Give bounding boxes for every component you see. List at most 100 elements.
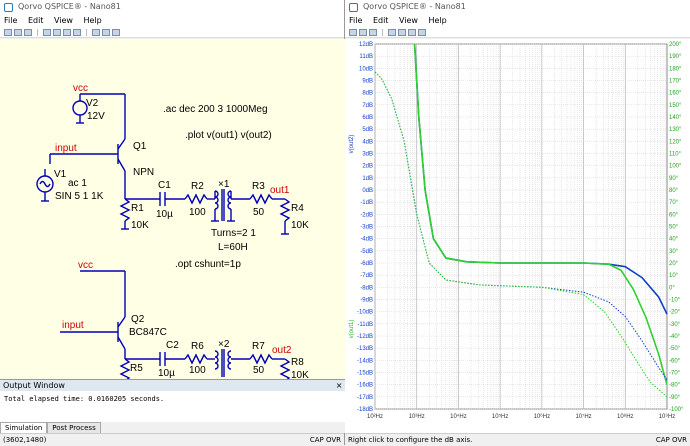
menu-edit[interactable]: Edit [24,16,48,25]
tab-simulation[interactable]: Simulation [0,422,48,433]
menu-bar: File Edit View Help [345,14,690,27]
paste-icon[interactable] [63,28,71,36]
print-icon[interactable] [418,28,426,36]
paste-icon[interactable] [408,28,416,36]
left-tick-label: -9dB [360,298,373,304]
label-bc847c: BC847C [129,327,167,338]
copy-icon[interactable] [53,28,61,36]
right-tick-label: -20° [669,310,681,316]
right-tick-label: 90° [669,176,679,182]
keyboard-mode: CAP OVR [655,436,687,444]
left-tick-label: -3dB [360,225,373,231]
new-icon[interactable] [4,28,12,36]
toolbar-separator [86,28,87,36]
right-tick-label: -50° [669,346,681,352]
right-tick-label: -30° [669,322,681,328]
menu-help[interactable]: Help [80,16,106,25]
label-v1-ac: ac 1 [68,178,87,189]
menu-view[interactable]: View [50,16,77,25]
left-tick-label: -7dB [360,273,373,279]
open-icon[interactable] [359,28,367,36]
right-tick-label: -90° [669,395,681,401]
left-tick-label: 12dB [359,42,373,48]
plot-svg: 12dB 11dB 10dB 9dB 8dB 7dB 6dB 5dB 4dB 3dB 2dB 1dB 0… [345,39,690,433]
left-tick-label: 11dB [359,54,373,60]
open-icon[interactable] [14,28,22,36]
left-tick-label: -6dB [360,261,373,267]
label-r1: R1 [131,203,144,214]
label-r8-value: 10K [291,370,309,379]
zoom-out-icon[interactable] [102,28,110,36]
zoom-fit-icon[interactable] [112,28,120,36]
label-v2-value: 12V [87,111,105,122]
output-window: Output Window × Total elapsed time: 0.01… [0,379,345,433]
menu-file[interactable]: File [345,16,366,25]
cursor-coordinates: (3602,1480) [3,436,47,444]
close-icon[interactable]: × [336,380,345,391]
left-tick-label: -18dB [357,407,373,413]
label-v2: V2 [86,98,99,109]
right-tick-label: 160° [669,91,682,97]
menu-help[interactable]: Help [425,16,451,25]
left-tick-label: 7dB [362,103,373,109]
net-label-out2: out2 [272,345,292,356]
menu-file[interactable]: File [0,16,21,25]
output-window-title: Output Window [3,381,65,390]
label-c1-value: 10µ [156,209,173,220]
waveform-plot[interactable]: 12dB 11dB 10dB 9dB 8dB 7dB 6dB 5dB 4dB 3dB 2dB 1dB 0… [345,39,690,433]
label-q2: Q2 [131,314,145,325]
left-tick-label: 3dB [362,152,373,158]
left-tick-label: 2dB [362,164,373,170]
label-r3: R3 [252,181,265,192]
status-bar: Right click to configure the dB axis. CA… [345,433,690,445]
left-tick-label: -16dB [357,383,373,389]
left-tick-label: -14dB [357,358,373,364]
label-c2: C2 [166,340,179,351]
menu-view[interactable]: View [395,16,422,25]
output-window-titlebar: Output Window × [0,380,345,391]
copy-icon[interactable] [398,28,406,36]
component-labels: vcc V2 12V input Q1 NPN V1 ac 1 SIN 5 1 … [54,83,309,379]
label-r4-value: 10K [291,220,309,231]
directive-ac[interactable]: .ac dec 200 3 1000Meg [163,104,268,115]
cut-icon[interactable] [43,28,51,36]
left-tick-label: -8dB [360,285,373,291]
x-tick-label: 10²Hz [367,414,383,420]
save-icon[interactable] [24,28,32,36]
right-tick-label: 10° [669,273,679,279]
right-tick-label: 20° [669,261,679,267]
zoom-in-icon[interactable] [92,28,100,36]
save-icon[interactable] [369,28,377,36]
x-tick-label: 10⁸Hz [617,413,634,420]
menu-edit[interactable]: Edit [369,16,393,25]
right-tick-label: 100° [669,164,682,170]
toolbar-separator [37,28,38,36]
axis-label-v-out1: v(out1) [349,320,355,339]
left-tick-label: -10dB [357,310,373,316]
net-label-vcc: vcc [73,83,88,94]
directive-opt[interactable]: .opt cshunt=1p [175,259,241,270]
right-tick-label: 80° [669,188,679,194]
label-turns1: Turns=2 1 [211,228,256,239]
tab-post-process[interactable]: Post Process [47,422,101,433]
axis-label-v-out2: v(out2) [349,135,355,154]
schematic-canvas[interactable]: vcc V2 12V input Q1 NPN V1 ac 1 SIN 5 1 … [0,39,345,379]
right-tick-label: 30° [669,249,679,255]
directive-plot[interactable]: .plot v(out1) v(out2) [185,130,272,141]
label-r8: R8 [291,357,304,368]
label-q1: Q1 [133,141,147,152]
x-tick-label: 10⁴Hz [450,413,467,420]
left-tick-label: -2dB [360,212,373,218]
status-bar: (3602,1480) CAP OVR [0,433,344,445]
label-r6: R6 [191,341,204,352]
left-tick-label: 5dB [362,127,373,133]
print-icon[interactable] [73,28,81,36]
left-tick-label: -11dB [357,322,373,328]
right-tick-label: 170° [669,79,682,85]
app-icon [349,3,358,12]
right-tick-label: 50° [669,225,679,231]
toolbar [0,27,344,38]
left-tick-label: -13dB [357,346,373,352]
new-icon[interactable] [349,28,357,36]
cut-icon[interactable] [388,28,396,36]
